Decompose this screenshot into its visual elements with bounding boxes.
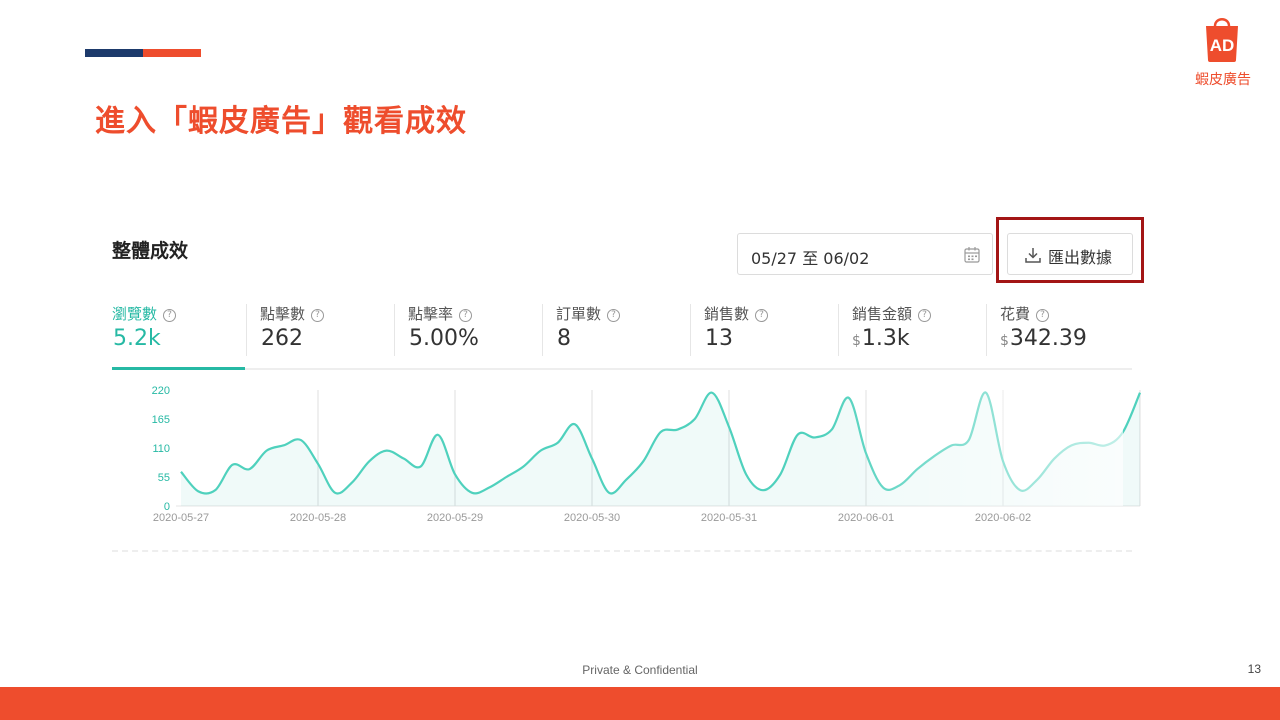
help-circle-icon[interactable]: ? — [607, 309, 621, 322]
metric-tab-orders[interactable]: 訂單數? 8 — [542, 300, 704, 368]
slide: 進入「蝦皮廣告」觀看成效 AD 蝦皮廣告 整體成效 05/27 至 06/02 — [0, 0, 1280, 720]
date-range-picker[interactable]: 05/27 至 06/02 — [737, 233, 993, 275]
x-tick-label: 2020-05-31 — [701, 512, 757, 524]
help-circle-icon[interactable]: ? — [918, 309, 932, 322]
metric-tab-views[interactable]: 瀏覽數? 5.2k — [112, 300, 260, 370]
metric-divider — [986, 304, 987, 356]
metric-tab-gmv[interactable]: 銷售金額? $1.3k — [838, 300, 1000, 368]
x-tick-label: 2020-06-01 — [838, 512, 894, 524]
metric-tab-spend[interactable]: 花費? $342.39 — [986, 300, 1148, 368]
metric-tab-ctr[interactable]: 點擊率? 5.00% — [394, 300, 556, 368]
x-tick-label: 2020-05-27 — [153, 512, 209, 524]
chart-fade-overlay — [113, 380, 1123, 506]
metric-divider — [542, 304, 543, 356]
metric-label: 點擊數 — [260, 305, 306, 323]
metric-currency: $ — [1000, 333, 1009, 349]
help-circle-icon[interactable]: ? — [755, 309, 769, 322]
x-tick-label: 2020-05-28 — [290, 512, 346, 524]
export-data-button[interactable]: 匯出數據 — [1007, 233, 1133, 275]
metric-currency: $ — [852, 333, 861, 349]
metric-value: 5.00% — [409, 326, 479, 351]
views-trend-chart: 2020-05-27 2020-05-28 2020-05-29 2020-05-30… — [108, 380, 1142, 530]
export-data-label: 匯出數據 — [1048, 248, 1113, 267]
help-circle-icon[interactable]: ? — [163, 309, 177, 322]
title-accent-bar — [85, 49, 201, 57]
slide-title: 進入「蝦皮廣告」觀看成效 — [95, 104, 467, 139]
metric-label: 銷售數 — [704, 305, 750, 323]
metric-divider — [838, 304, 839, 356]
metric-label: 訂單數 — [556, 305, 602, 323]
accent-orange — [143, 49, 201, 57]
logo-text: AD — [1210, 36, 1235, 55]
metric-label: 點擊率 — [408, 305, 454, 323]
metric-tab-items-sold[interactable]: 銷售數? 13 — [690, 300, 852, 368]
metric-value: 8 — [557, 326, 571, 351]
metric-value: 342.39 — [1009, 326, 1087, 351]
metric-value: 1.3k — [861, 326, 910, 351]
help-circle-icon[interactable]: ? — [311, 309, 325, 322]
logo-brand-text: 蝦皮廣告 — [1195, 72, 1251, 88]
metrics-tabs: 瀏覽數? 5.2k 點擊數? 262 點擊率? 5.00% 訂單數? 8 銷售數… — [112, 300, 1132, 370]
date-range-value: 05/27 至 06/02 — [751, 249, 870, 268]
metric-divider — [690, 304, 691, 356]
metric-divider — [394, 304, 395, 356]
metric-label: 銷售金額 — [852, 305, 913, 323]
panel-title: 整體成效 — [112, 240, 189, 262]
help-circle-icon[interactable]: ? — [459, 309, 473, 322]
page-number: 13 — [1247, 662, 1261, 676]
section-divider — [112, 550, 1132, 552]
metric-value: 5.2k — [113, 326, 161, 351]
download-icon — [1025, 248, 1041, 263]
accent-navy — [85, 49, 143, 57]
help-circle-icon[interactable]: ? — [1036, 309, 1050, 322]
footer-confidential: Private & Confidential — [582, 663, 698, 677]
metric-value: 262 — [261, 326, 303, 351]
chart-svg: 2020-05-27 2020-05-28 2020-05-29 2020-05-30… — [113, 380, 1142, 524]
x-tick-label: 2020-05-30 — [564, 512, 620, 524]
x-tick-label: 2020-05-29 — [427, 512, 483, 524]
metric-label: 瀏覽數 — [112, 305, 158, 323]
shopee-ads-logo: AD 蝦皮廣告 — [1188, 10, 1258, 88]
shopping-bag-icon: AD — [1206, 18, 1238, 62]
calendar-icon — [964, 247, 980, 263]
metric-divider — [246, 304, 247, 356]
metric-tab-clicks[interactable]: 點擊數? 262 — [246, 300, 408, 368]
metric-label: 花費 — [1000, 305, 1031, 323]
metric-value: 13 — [705, 326, 733, 351]
active-tab-indicator — [112, 367, 245, 370]
x-tick-label: 2020-06-02 — [975, 512, 1031, 524]
footer-bar — [0, 687, 1280, 720]
